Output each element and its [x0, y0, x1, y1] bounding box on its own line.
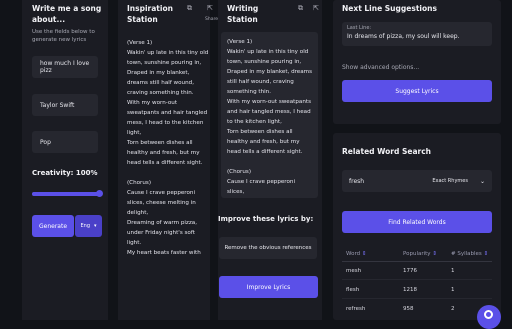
improve-lyrics-button[interactable]: Improve Lyrics	[219, 276, 318, 298]
creativity-label: Creativity: 100%	[32, 169, 98, 177]
artist-input[interactable]: Taylor Swift	[32, 94, 98, 116]
related-word-value: fresh	[349, 177, 365, 185]
table-divider	[342, 261, 492, 262]
rhyme-mode-select[interactable]: Exact Rhymes	[432, 178, 468, 184]
generate-button[interactable]: Generate	[32, 215, 74, 237]
inspiration-title: Inspiration Station	[127, 4, 173, 24]
last-line-label: Last Line:	[347, 25, 372, 31]
creativity-slider-handle[interactable]	[95, 190, 103, 197]
find-related-words-button[interactable]: Find Related Words	[342, 211, 492, 233]
related-word-input[interactable]: fresh Exact Rhymes ⌄	[342, 170, 492, 192]
song-form-hint: Use the fields below to generate new lyr…	[32, 29, 95, 43]
table-cell-syllables: 2	[451, 306, 455, 312]
table-cell-popularity: 958	[403, 306, 414, 312]
export-icon[interactable]: ⇱	[313, 4, 319, 12]
related-title: Related Word Search	[342, 147, 432, 156]
table-cell-word: mesh	[346, 268, 362, 274]
suggest-lyrics-button[interactable]: Suggest Lyrics	[342, 80, 492, 102]
share-label: Share	[205, 17, 218, 22]
inspiration-panel: Inspiration Station ⧉ ⇱ Share (Verse 1) …	[118, 0, 218, 320]
writing-lyrics: (Verse 1) Wakin' up late in this tiny ol…	[227, 39, 313, 195]
table-cell-popularity: 1218	[403, 287, 417, 293]
writing-panel: Writing Station ⧉ ⇱ (Verse 1) Wakin' up …	[218, 0, 322, 320]
improve-title: Improve these lyrics by:	[218, 215, 314, 223]
language-select[interactable]: Eng ▾	[75, 215, 102, 237]
inspiration-lyrics: (Verse 1) Wakin' up late in this tiny ol…	[127, 40, 209, 256]
genre-input[interactable]: Pop	[32, 131, 98, 153]
right-panel: Next Line Suggestions Last Line: In drea…	[333, 0, 501, 320]
last-line-value: In dreams of pizza, my soul will keep.	[347, 33, 460, 40]
next-line-card	[333, 0, 501, 124]
column-header-popularity[interactable]: Popularity ⇕	[403, 251, 437, 257]
chat-icon	[484, 310, 493, 319]
song-form-panel: Write me a song about... Use the fields …	[22, 0, 108, 320]
topic-input[interactable]: how much I love pizz	[32, 56, 98, 78]
column-header-word[interactable]: Word ⇕	[346, 251, 367, 257]
language-value: Eng	[80, 223, 90, 229]
writing-textarea[interactable]: (Verse 1) Wakin' up late in this tiny ol…	[221, 32, 318, 198]
advanced-options-link[interactable]: Show advanced options...	[342, 64, 419, 72]
copy-icon[interactable]: ⧉	[298, 4, 303, 13]
column-header-syllables[interactable]: # Syllables ⇕	[451, 251, 488, 257]
row-divider	[342, 298, 492, 299]
table-cell-popularity: 1776	[403, 268, 417, 274]
writing-title: Writing Station	[227, 4, 259, 24]
table-cell-syllables: 1	[451, 287, 455, 293]
row-divider	[342, 279, 492, 280]
chat-bubble-button[interactable]	[477, 305, 501, 329]
copy-icon[interactable]: ⧉	[187, 4, 192, 13]
next-line-title: Next Line Suggestions	[342, 4, 437, 13]
table-cell-word: refresh	[346, 306, 366, 312]
table-cell-word: flesh	[346, 287, 360, 293]
last-line-field[interactable]: Last Line: In dreams of pizza, my soul w…	[342, 22, 492, 46]
share-icon[interactable]: ⇱	[207, 4, 213, 12]
chevron-down-icon: ▾	[94, 223, 97, 229]
chevron-down-icon[interactable]: ⌄	[480, 178, 485, 185]
creativity-slider-fill	[32, 192, 99, 196]
song-form-title: Write me a song about...	[32, 4, 102, 24]
table-cell-syllables: 1	[451, 268, 455, 274]
improve-option[interactable]: Remove the obvious references	[219, 237, 317, 259]
